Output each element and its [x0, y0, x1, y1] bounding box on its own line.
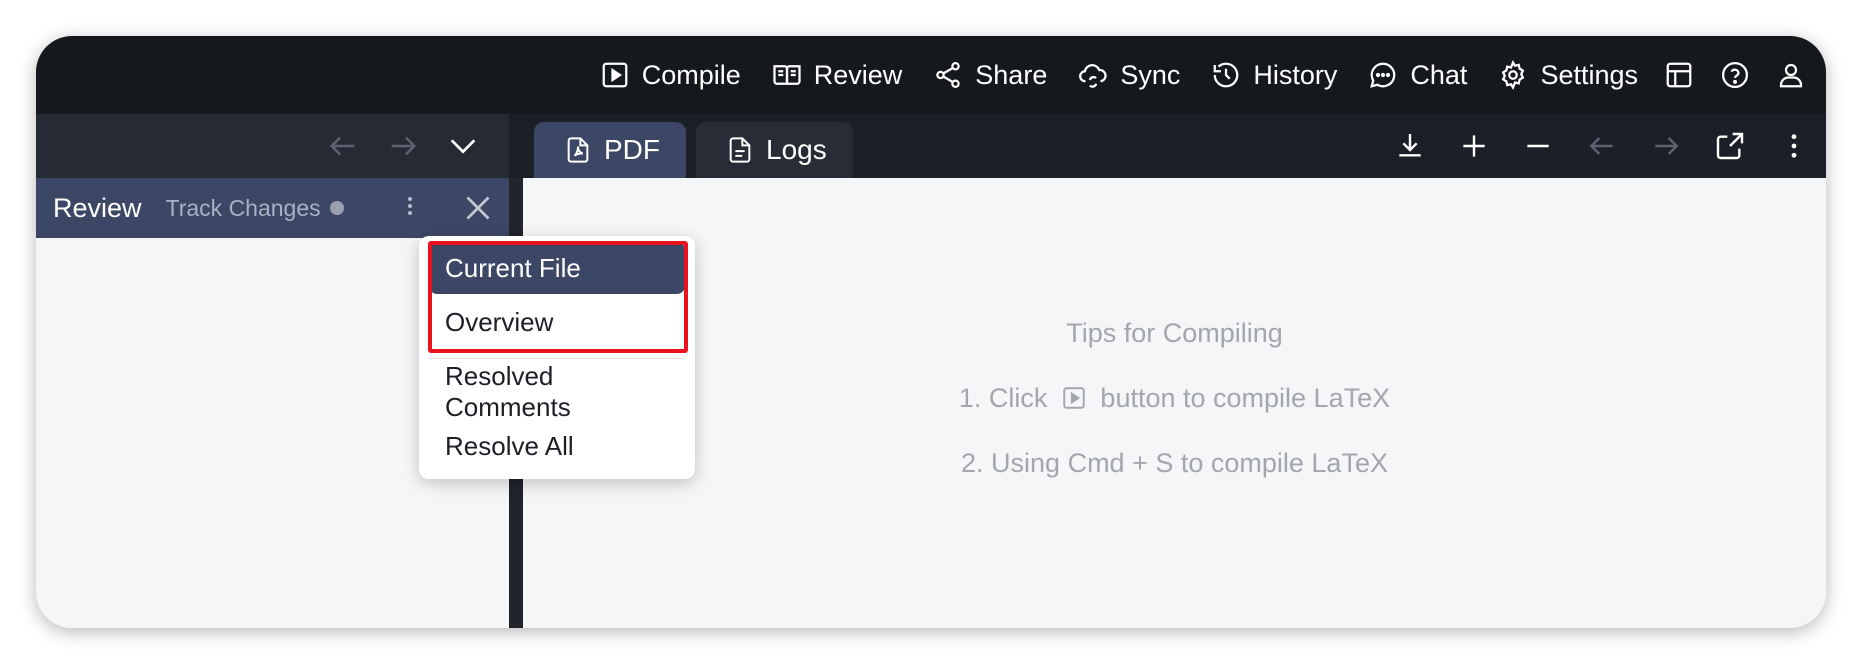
tab-pdf[interactable]: PDF — [534, 122, 686, 178]
help-icon — [1722, 62, 1748, 88]
compile-button[interactable]: Compile — [600, 60, 741, 91]
menu-separator — [429, 358, 685, 359]
history-button[interactable]: History — [1211, 60, 1337, 91]
tab-logs-label: Logs — [766, 134, 827, 165]
zoom-in-button[interactable] — [1442, 130, 1506, 162]
sync-label: Sync — [1120, 59, 1181, 90]
next-page-button[interactable] — [1634, 130, 1698, 162]
cloud-sync-icon — [1079, 64, 1107, 88]
history-label: History — [1253, 59, 1338, 90]
chevron-down-icon — [450, 139, 476, 154]
review-menu-button[interactable] — [400, 192, 420, 224]
menu-item-current-file[interactable]: Current File — [429, 242, 685, 294]
book-icon — [773, 65, 801, 85]
menu-item-resolved-comments[interactable]: Resolved Comments — [429, 361, 685, 422]
help-button[interactable] — [1720, 60, 1750, 90]
close-review-button[interactable] — [460, 190, 496, 226]
layout-button[interactable] — [1664, 60, 1694, 90]
editor-nav-bar — [36, 114, 509, 178]
tip-line-1-suffix: button to compile LaTeX — [1100, 383, 1391, 413]
chat-label: Chat — [1410, 59, 1468, 90]
top-toolbar: Compile Review Share Sync History Chat S… — [36, 36, 1826, 114]
menu-item-overview[interactable]: Overview — [429, 296, 685, 348]
output-tabs: PDF Logs — [534, 122, 863, 178]
download-button[interactable] — [1378, 130, 1442, 162]
gear-icon — [1502, 60, 1525, 90]
arrow-right-icon — [1655, 137, 1679, 155]
zoom-out-button[interactable] — [1506, 130, 1570, 162]
play-icon — [602, 62, 628, 88]
share-label: Share — [975, 59, 1048, 90]
menu-item-resolve-all[interactable]: Resolve All — [429, 420, 685, 472]
back-button[interactable] — [313, 129, 373, 163]
plus-icon — [1463, 135, 1485, 157]
compile-label: Compile — [641, 59, 741, 90]
prev-page-button[interactable] — [1570, 130, 1634, 162]
arrow-left-icon — [329, 136, 355, 156]
share-button[interactable]: Share — [933, 60, 1047, 91]
external-link-icon — [1716, 132, 1744, 160]
account-button[interactable] — [1776, 60, 1806, 90]
tab-pdf-label: PDF — [604, 134, 660, 165]
tip-line-1-prefix: 1. Click — [958, 383, 1048, 413]
minus-icon — [1527, 144, 1549, 148]
close-icon — [466, 196, 490, 220]
forward-button[interactable] — [373, 129, 433, 163]
layout-icon — [1666, 62, 1692, 88]
share-icon — [936, 62, 961, 88]
arrow-left-icon — [1589, 137, 1613, 155]
track-changes-toggle[interactable]: Track Changes — [166, 195, 344, 222]
chat-button[interactable]: Chat — [1368, 60, 1467, 91]
tip-line-1: 1. Click button to compile LaTeX — [523, 383, 1826, 414]
track-changes-label: Track Changes — [165, 194, 321, 221]
expand-button[interactable] — [433, 129, 493, 163]
review-label: Review — [813, 59, 903, 90]
tips-title: Tips for Compiling — [1066, 318, 1283, 348]
kebab-icon — [408, 197, 412, 215]
settings-label: Settings — [1540, 59, 1638, 90]
review-button[interactable]: Review — [772, 59, 903, 91]
review-panel-title: Review — [53, 192, 142, 223]
settings-button[interactable]: Settings — [1498, 60, 1638, 91]
history-icon — [1214, 62, 1239, 88]
arrow-right-icon — [391, 136, 417, 156]
app-window: Compile Review Share Sync History Chat S… — [36, 36, 1826, 628]
chat-icon — [1370, 62, 1396, 88]
document-icon — [729, 137, 751, 163]
pdf-toolbar — [1378, 114, 1826, 178]
track-changes-status-dot — [329, 201, 344, 215]
review-dropdown-menu: Current File Overview Resolved Comments … — [419, 236, 695, 479]
review-panel-header: Review Track Changes — [36, 178, 509, 238]
tip-line-2: 2. Using Cmd + S to compile LaTeX — [961, 448, 1388, 478]
sync-button[interactable]: Sync — [1078, 60, 1180, 91]
user-icon — [1779, 63, 1803, 88]
compile-tips: Tips for Compiling 1. Click button to co… — [523, 178, 1826, 628]
pdf-file-icon — [567, 137, 589, 163]
download-icon — [1399, 134, 1421, 157]
kebab-icon — [1791, 134, 1797, 158]
play-icon — [1063, 387, 1085, 409]
tab-logs[interactable]: Logs — [696, 122, 853, 178]
open-external-button[interactable] — [1698, 130, 1762, 162]
more-options-button[interactable] — [1762, 130, 1826, 162]
